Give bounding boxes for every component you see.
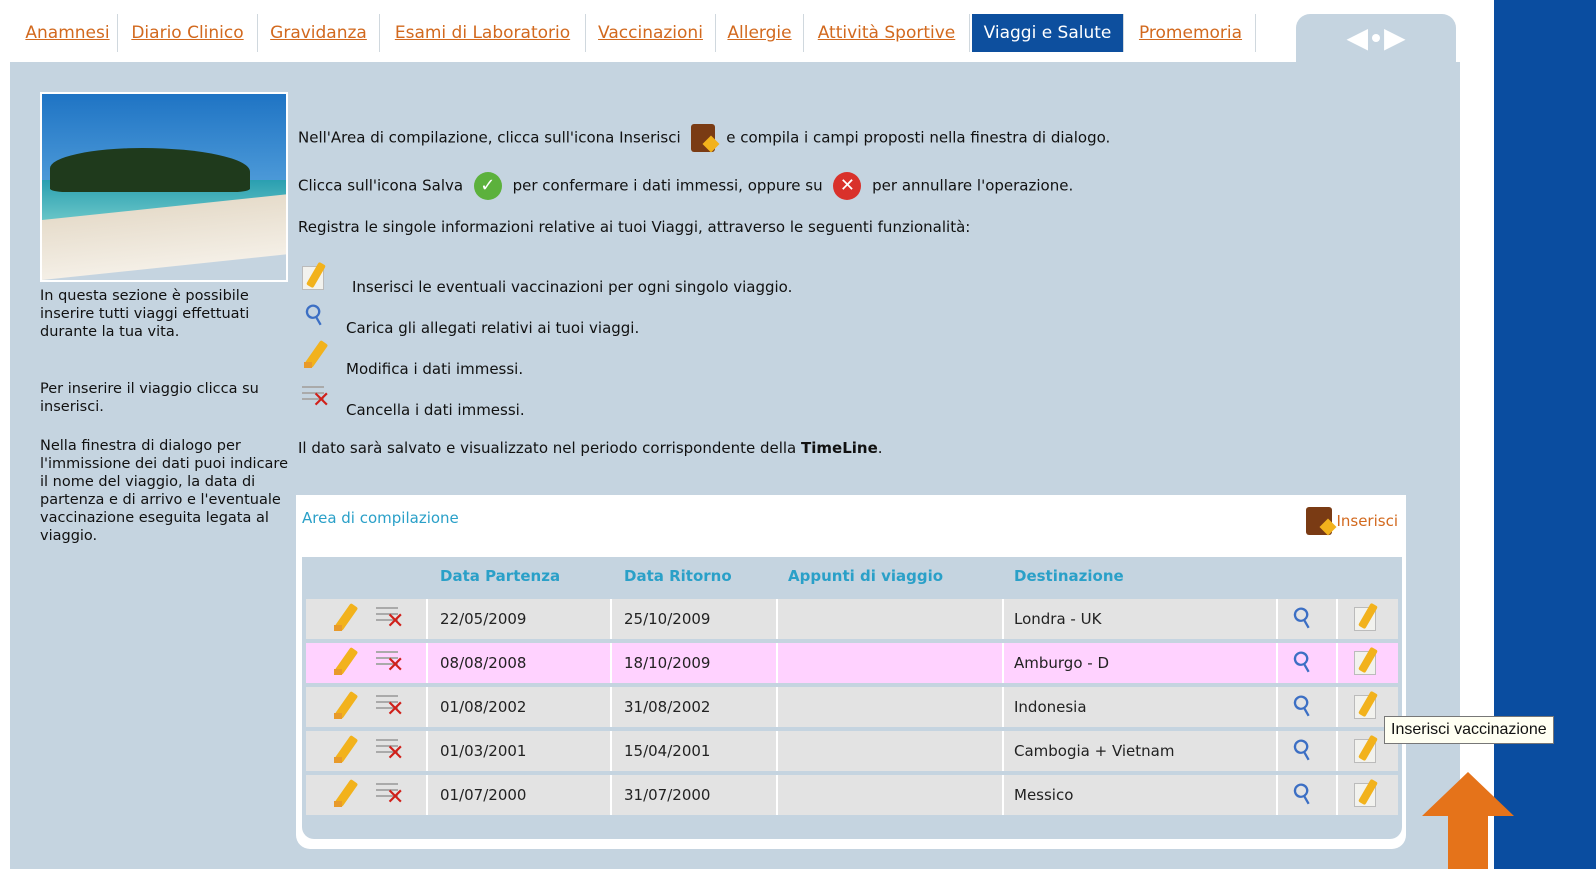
timeline-note-end: .: [877, 439, 883, 457]
sidebar-insert-hint: Per inserire il viaggio clicca su inseri…: [40, 381, 259, 415]
legend-attachment-text: Carica gli allegati relativi ai tuoi via…: [346, 319, 640, 337]
col-header-data-ritorno: Data Ritorno: [624, 567, 732, 585]
insert-icon: [691, 124, 716, 152]
tab-viaggi-salute[interactable]: Viaggi e Salute: [972, 14, 1124, 52]
table-row: ✕ 01/07/2000 31/07/2000 Messico ⚲: [306, 775, 1398, 815]
tab-allergie[interactable]: Allergie: [716, 14, 804, 52]
col-header-destinazione: Destinazione: [1014, 567, 1124, 585]
sidebar-dialog-hint: Nella finestra di dialogo per l'immissio…: [40, 438, 289, 544]
nav-dot-icon: [1372, 34, 1380, 42]
cell-partenza: 08/08/2008: [440, 654, 527, 672]
cell-partenza: 01/07/2000: [440, 786, 527, 804]
vaccination-icon[interactable]: [1352, 778, 1382, 809]
tab-scroll-nav: ◀ ▶: [1296, 14, 1456, 62]
insert-icon: [1306, 507, 1333, 535]
cell-ritorno: 15/04/2001: [624, 742, 711, 760]
instruction-line-1: Nell'Area di compilazione, clicca sull'i…: [298, 124, 1110, 152]
tab-vaccinazioni[interactable]: Vaccinazioni: [586, 14, 716, 52]
tooltip-insert-vaccination: Inserisci vaccinazione: [1384, 716, 1554, 744]
vaccination-icon[interactable]: [1352, 690, 1382, 721]
cell-partenza: 01/08/2002: [440, 698, 527, 716]
pencil-icon[interactable]: [330, 602, 360, 633]
instruction-text: e compila i campi proposti nella finestr…: [726, 128, 1111, 147]
tab-diario-clinico[interactable]: Diario Clinico: [118, 14, 258, 52]
timeline-note: Il dato sarà salvato e visualizzato nel …: [298, 439, 883, 457]
vaccination-icon[interactable]: [1352, 602, 1382, 633]
arrow-right-icon[interactable]: ▶: [1384, 24, 1406, 52]
instruction-text: per confermare i dati immessi, oppure su: [512, 176, 823, 195]
table-row: ✕ 08/08/2008 18/10/2009 Amburgo - D ⚲: [306, 643, 1398, 683]
table-row: ✕ 01/03/2001 15/04/2001 Cambogia + Vietn…: [306, 731, 1398, 771]
delete-icon[interactable]: ✕: [374, 691, 404, 721]
pencil-icon: [300, 339, 332, 372]
table-row: ✕ 22/05/2009 25/10/2009 Londra - UK ⚲: [306, 599, 1398, 639]
cell-ritorno: 31/08/2002: [624, 698, 711, 716]
tab-promemoria[interactable]: Promemoria: [1126, 14, 1256, 52]
cancel-x-icon: ✕: [833, 172, 862, 200]
vaccination-icon[interactable]: [1352, 734, 1382, 765]
col-header-appunti: Appunti di viaggio: [788, 567, 944, 585]
cell-ritorno: 31/07/2000: [624, 786, 711, 804]
delete-icon[interactable]: ✕: [374, 779, 404, 809]
vaccination-icon: [300, 261, 332, 294]
insert-label: Inserisci: [1336, 512, 1398, 530]
legend-vaccination-text: Inserisci le eventuali vaccinazioni per …: [352, 278, 793, 296]
save-check-icon: ✓: [473, 172, 502, 200]
pencil-icon[interactable]: [330, 778, 360, 809]
delete-icon: ✕: [300, 382, 332, 414]
pencil-icon[interactable]: [330, 690, 360, 721]
vaccination-icon[interactable]: [1352, 646, 1382, 677]
paperclip-icon: ⚲: [299, 297, 331, 333]
paperclip-icon[interactable]: ⚲: [1287, 776, 1318, 812]
paperclip-icon[interactable]: ⚲: [1287, 644, 1318, 680]
paperclip-icon[interactable]: ⚲: [1287, 688, 1318, 724]
tab-attivita-sportive[interactable]: Attività Sportive: [804, 14, 970, 52]
cell-partenza: 22/05/2009: [440, 610, 527, 628]
instruction-text: Nell'Area di compilazione, clicca sull'i…: [298, 128, 681, 147]
sidebar-intro: In questa sezione è possibile inserire t…: [40, 288, 250, 340]
insert-button[interactable]: Inserisci: [1306, 507, 1398, 535]
legend-edit-text: Modifica i dati immessi.: [346, 360, 524, 378]
tab-gravidanza[interactable]: Gravidanza: [258, 14, 380, 52]
timeline-note-text: Il dato sarà salvato e visualizzato nel …: [298, 439, 797, 457]
area-title: Area di compilazione: [302, 509, 459, 527]
instruction-text: Clicca sull'icona Salva: [298, 176, 464, 195]
delete-icon[interactable]: ✕: [374, 735, 404, 765]
instruction-line-3: Registra le singole informazioni relativ…: [298, 218, 971, 236]
delete-icon[interactable]: ✕: [374, 603, 404, 633]
cell-destinazione: Indonesia: [1014, 698, 1087, 716]
tab-esami-laboratorio[interactable]: Esami di Laboratorio: [380, 14, 586, 52]
cell-ritorno: 25/10/2009: [624, 610, 711, 628]
legend-delete-text: Cancella i dati immessi.: [346, 401, 525, 419]
table-row: ✕ 01/08/2002 31/08/2002 Indonesia ⚲: [306, 687, 1398, 727]
cell-destinazione: Amburgo - D: [1014, 654, 1110, 672]
cell-destinazione: Cambogia + Vietnam: [1014, 742, 1175, 760]
paperclip-icon[interactable]: ⚲: [1287, 600, 1318, 636]
col-header-data-partenza: Data Partenza: [440, 567, 561, 585]
paperclip-icon[interactable]: ⚲: [1287, 732, 1318, 768]
pencil-icon[interactable]: [330, 734, 360, 765]
cell-ritorno: 18/10/2009: [624, 654, 711, 672]
cell-destinazione: Messico: [1014, 786, 1074, 804]
delete-icon[interactable]: ✕: [374, 647, 404, 677]
pointer-arrow-icon: [1422, 772, 1514, 869]
instruction-text: per annullare l'operazione.: [872, 176, 1074, 195]
pencil-icon[interactable]: [330, 646, 360, 677]
tab-anamnesi[interactable]: Anamnesi: [18, 14, 118, 52]
arrow-left-icon[interactable]: ◀: [1346, 24, 1368, 52]
timeline-link-text: TimeLine: [801, 439, 878, 457]
compile-area: Area di compilazione Inserisci Data Part…: [296, 495, 1406, 849]
cell-destinazione: Londra - UK: [1014, 610, 1102, 628]
instruction-line-2: Clicca sull'icona Salva ✓ per confermare…: [298, 172, 1073, 200]
beach-photo: [40, 92, 288, 282]
cell-partenza: 01/03/2001: [440, 742, 527, 760]
